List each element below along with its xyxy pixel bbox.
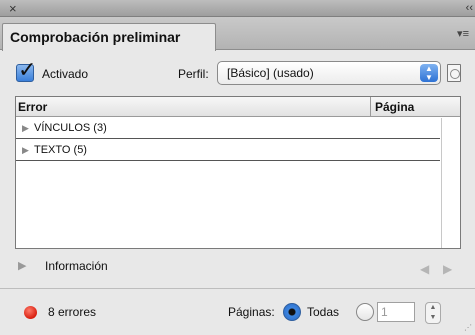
profile-label: Perfil: xyxy=(178,67,209,81)
pages-range-input[interactable]: 1 xyxy=(377,302,415,322)
pages-all-label: Todas xyxy=(307,305,340,319)
checkmark-icon: ✓ xyxy=(18,57,37,82)
info-section[interactable]: ▶ Información xyxy=(0,256,475,278)
tab-comprobacion-preliminar[interactable]: Comprobación preliminar xyxy=(2,23,216,51)
enabled-checkbox[interactable]: ✓ xyxy=(16,57,36,82)
row-label: VÍNCULOS (3) xyxy=(34,122,107,134)
table-row-texto[interactable]: ▶ TEXTO (5) xyxy=(16,140,440,161)
close-icon[interactable]: × xyxy=(9,1,17,16)
row-label: TEXTO (5) xyxy=(34,144,87,156)
disclosure-triangle-icon[interactable]: ▶ xyxy=(22,140,29,160)
profile-select-value: [Básico] (usado) xyxy=(227,66,314,80)
profile-select[interactable]: [Básico] (usado) ▲ ▼ xyxy=(217,61,441,85)
select-arrows-icon: ▲ ▼ xyxy=(420,64,438,82)
table-row-vinculos[interactable]: ▶ VÍNCULOS (3) xyxy=(16,118,440,139)
column-header-error[interactable]: Error xyxy=(18,100,47,114)
error-count: 8 errores xyxy=(48,305,97,319)
enabled-label: Activado xyxy=(42,67,89,81)
panel-tab-row: Comprobación preliminar ▾≡ xyxy=(0,17,475,51)
next-icon[interactable]: ▶ xyxy=(443,262,452,276)
info-label: Información xyxy=(45,259,108,273)
range-stepper[interactable]: ▲ ▼ xyxy=(425,302,441,324)
disclosure-triangle-icon[interactable]: ▶ xyxy=(22,118,29,138)
error-status-icon xyxy=(24,306,37,319)
column-header-pagina[interactable]: Página xyxy=(370,97,440,117)
pages-range-radio[interactable] xyxy=(356,303,374,321)
panel-titlebar: × ‹‹ xyxy=(0,0,475,17)
previous-icon[interactable]: ◀ xyxy=(420,262,429,276)
errors-table: Error Página ▶ VÍNCULOS (3) ▶ TEXTO (5) xyxy=(15,96,461,249)
pages-label: Páginas: xyxy=(228,305,275,319)
resize-grip-icon[interactable]: ⋰ xyxy=(464,323,472,332)
pages-all-radio[interactable] xyxy=(283,303,301,321)
table-header: Error Página xyxy=(16,97,460,117)
table-scrollbar[interactable] xyxy=(441,118,460,248)
profile-definition-icon[interactable] xyxy=(447,64,461,82)
collapse-icon[interactable]: ‹‹ xyxy=(466,1,473,16)
panel-menu-icon[interactable]: ▾≡ xyxy=(457,27,469,40)
divider xyxy=(0,288,475,289)
disclosure-triangle-icon[interactable]: ▶ xyxy=(18,259,26,272)
